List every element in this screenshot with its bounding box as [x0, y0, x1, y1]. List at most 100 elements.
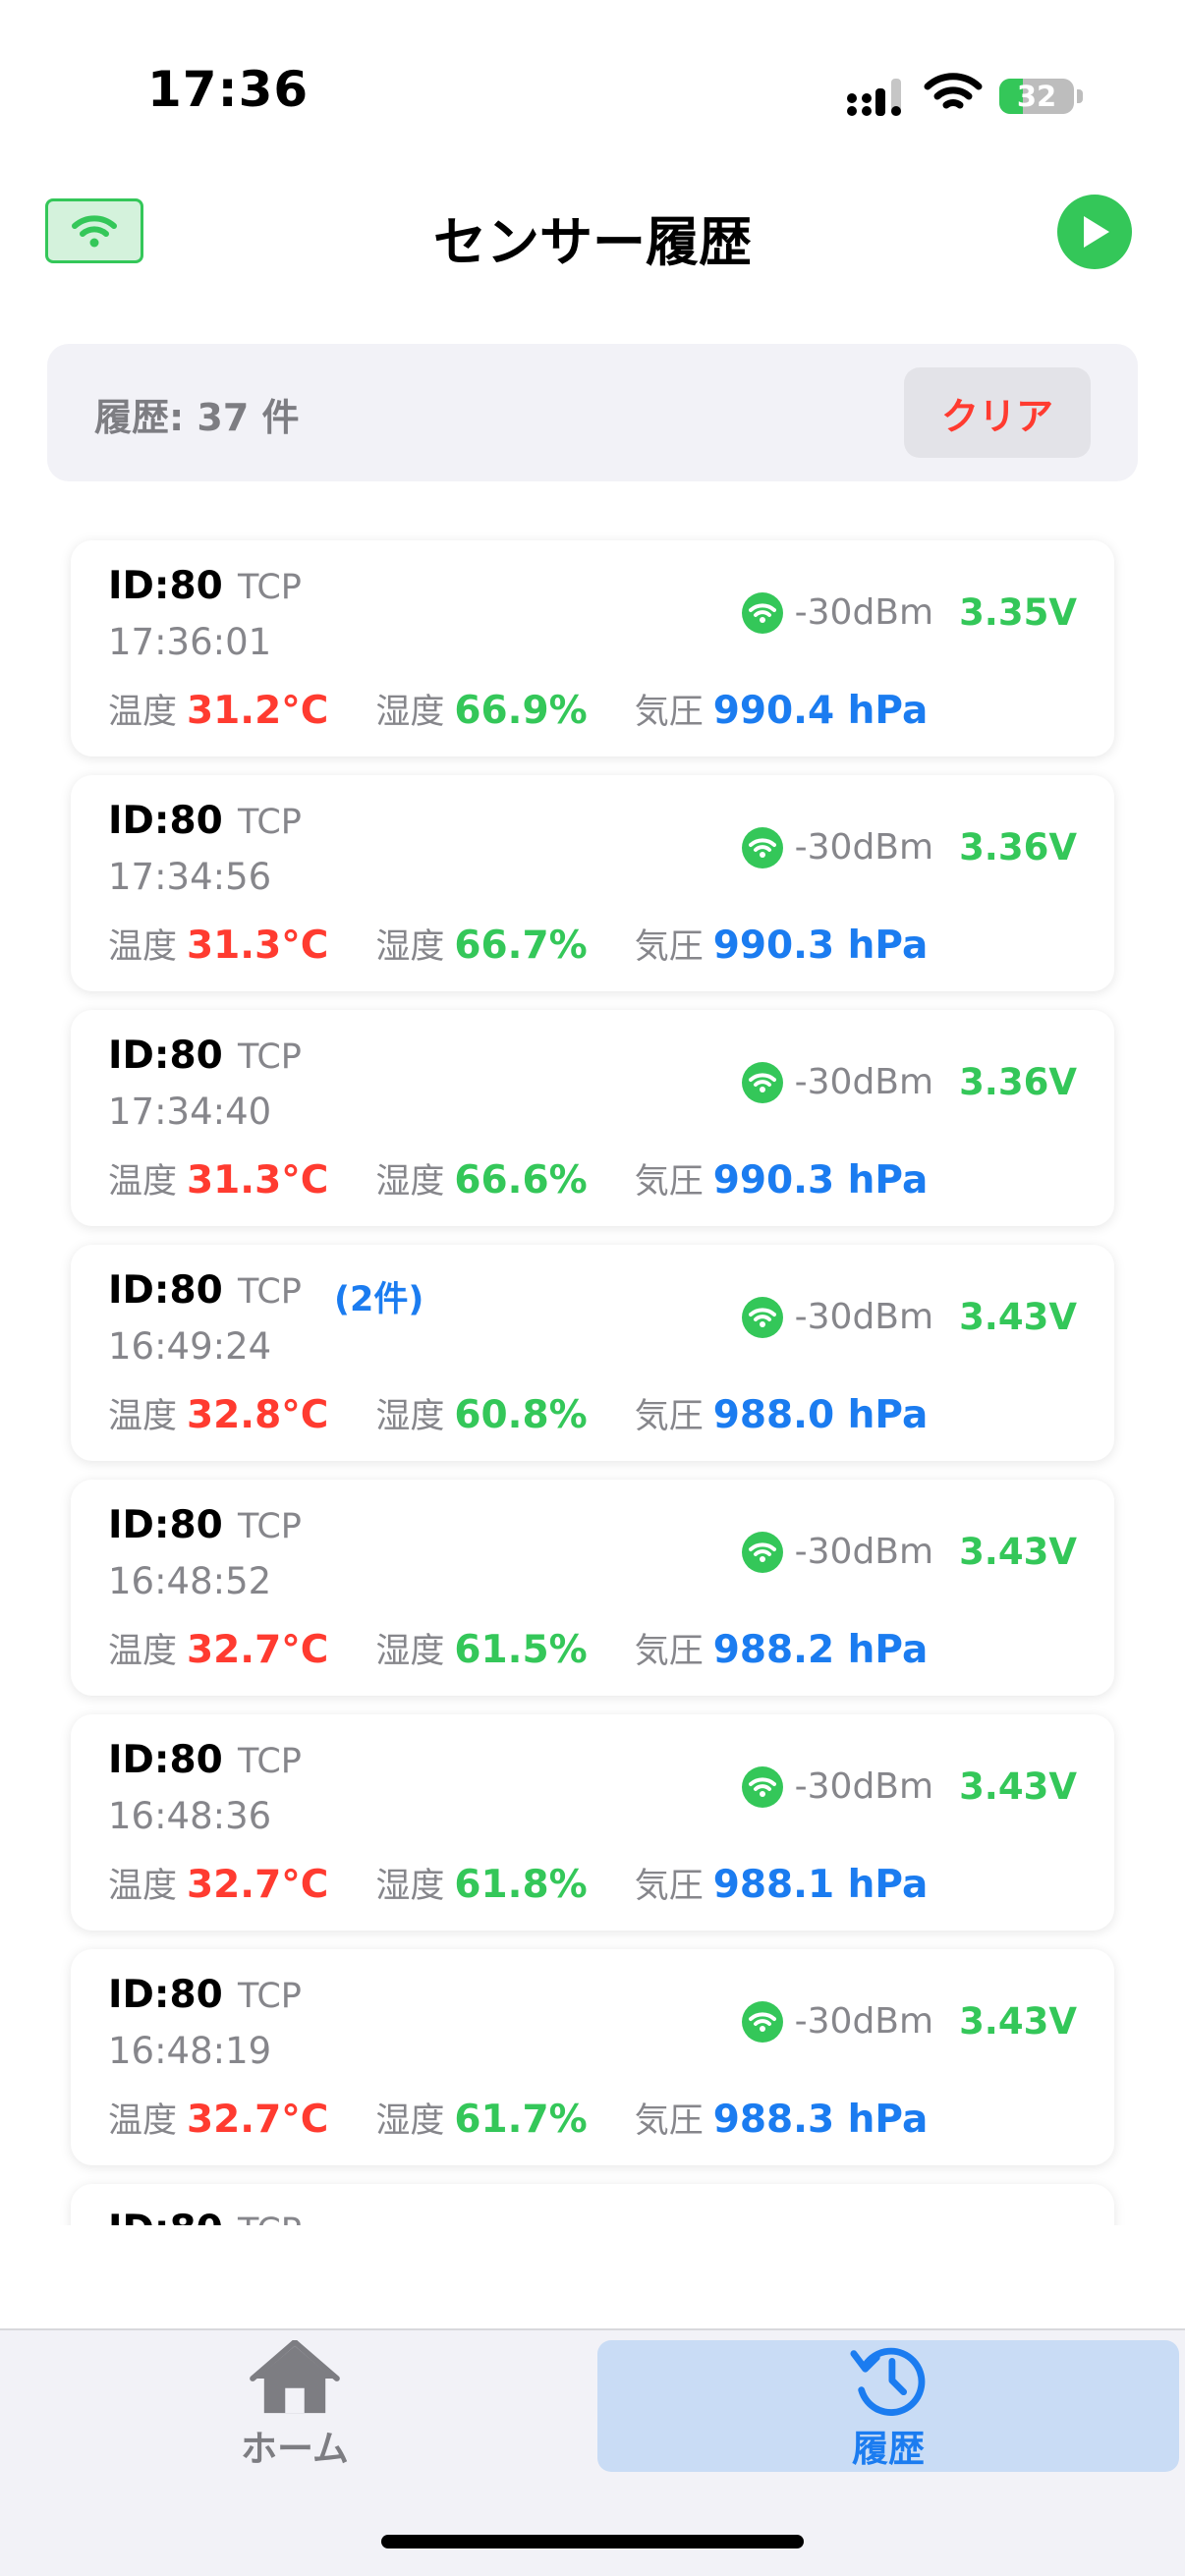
pressure-label: 気圧 — [634, 1867, 704, 1906]
temp-label: 温度 — [108, 927, 178, 967]
record-temperature: 31.3°C — [187, 1158, 329, 1203]
record-pressure: 988.3 hPa — [712, 2098, 929, 2142]
play-icon — [1084, 216, 1109, 248]
wifi-signal-icon — [741, 1765, 783, 1808]
play-button[interactable] — [1057, 195, 1132, 269]
pressure-label: 気圧 — [634, 1632, 704, 1671]
record-temperature: 32.7°C — [187, 1863, 329, 1907]
record-readings: 温度 31.2°C 湿度 66.9% 気圧 990.4 hPa — [108, 684, 928, 734]
clear-button[interactable]: クリア — [904, 367, 1091, 458]
wifi-icon — [748, 602, 776, 623]
record-humidity: 60.8% — [454, 1393, 588, 1437]
record-protocol: TCP — [238, 803, 302, 842]
record-temperature: 32.7°C — [187, 1628, 329, 1672]
history-record-card[interactable]: ID:80 TCP 16:48:36 -30dBm 3.43V 温度 32.7°C 湿度 61.… — [71, 1714, 1114, 1931]
record-id: ID:80 — [108, 564, 223, 608]
status-bar: 17:36 32 — [0, 0, 1185, 177]
record-humidity: 61.5% — [454, 1628, 588, 1672]
history-list[interactable]: ID:80 TCP 17:36:01 -30dBm 3.35V 温度 31.2°C 湿度 66.… — [0, 511, 1185, 2225]
record-rssi: -30dBm — [794, 592, 934, 633]
record-time: 17:34:56 — [108, 856, 272, 898]
wifi-signal-icon — [741, 2000, 783, 2043]
record-protocol: TCP — [238, 1742, 302, 1781]
wifi-icon — [748, 1776, 776, 1797]
tab-home[interactable]: ホーム — [147, 2340, 442, 2472]
home-indicator — [381, 2535, 804, 2548]
record-readings: 温度 31.3°C 湿度 66.6% 気圧 990.3 hPa — [108, 1153, 928, 1204]
record-voltage: 3.36V — [959, 826, 1077, 868]
record-voltage: 3.43V — [959, 1296, 1077, 1338]
humidity-label: 湿度 — [375, 1867, 445, 1906]
history-record-card[interactable]: ID:80 TCP 17:36:01 -30dBm 3.35V 温度 31.2°C 湿度 66.… — [71, 540, 1114, 756]
record-temperature: 32.8°C — [187, 1393, 329, 1437]
temp-label: 温度 — [108, 693, 178, 732]
wifi-signal-icon — [741, 1296, 783, 1338]
temp-label: 温度 — [108, 1867, 178, 1906]
temp-label: 温度 — [108, 1162, 178, 1202]
record-time: 16:48:19 — [108, 2030, 272, 2072]
record-voltage: 3.43V — [959, 1765, 1077, 1808]
record-readings: 温度 32.7°C 湿度 61.5% 気圧 988.2 hPa — [108, 1623, 928, 1673]
record-temperature: 31.2°C — [187, 689, 329, 733]
record-id: ID:80 — [108, 1738, 223, 1782]
record-temperature: 32.7°C — [187, 2098, 329, 2142]
pressure-label: 気圧 — [634, 1162, 704, 1202]
record-id: ID:80 — [108, 799, 223, 843]
battery-icon: 32 — [999, 79, 1074, 114]
wifi-icon — [748, 1541, 776, 1562]
record-time: 16:49:24 — [108, 1325, 272, 1368]
record-protocol: TCP — [238, 1272, 302, 1312]
record-rssi: -30dBm — [794, 827, 934, 868]
record-voltage: 3.43V — [959, 2000, 1077, 2043]
record-humidity: 66.9% — [454, 689, 588, 733]
temp-label: 温度 — [108, 2101, 178, 2141]
history-record-card[interactable]: ID:80 TCP 17:34:56 -30dBm 3.36V 温度 31.3°C 湿度 66.… — [71, 775, 1114, 991]
record-time: 16:48:52 — [108, 1560, 272, 1602]
record-pressure: 990.3 hPa — [712, 1158, 929, 1203]
temp-label: 温度 — [108, 1397, 178, 1436]
signal-info: -30dBm 3.43V — [741, 1531, 1077, 1573]
pressure-label: 気圧 — [634, 1397, 704, 1436]
record-id: ID:80 — [108, 1034, 223, 1078]
tab-history[interactable]: 履歴 — [597, 2340, 1179, 2472]
history-record-card[interactable]: ID:80 TCP 16:48:52 -30dBm 3.43V 温度 32.7°C 湿度 61.… — [71, 1480, 1114, 1696]
wifi-signal-icon — [741, 1061, 783, 1103]
record-pressure: 990.3 hPa — [712, 924, 929, 968]
wifi-signal-icon — [741, 826, 783, 868]
history-record-card[interactable]: ID:80 TCP 17:34:40 -30dBm 3.36V 温度 31.3°C 湿度 66.… — [71, 1010, 1114, 1226]
pressure-label: 気圧 — [634, 927, 704, 967]
history-record-card[interactable]: ID:80 TCP (2件) 16:49:24 -30dBm 3.43V 温度 32.8°C 湿… — [71, 1245, 1114, 1461]
house-icon — [250, 2340, 340, 2414]
record-readings: 温度 32.7°C 湿度 61.8% 気圧 988.1 hPa — [108, 1858, 928, 1908]
record-voltage: 3.36V — [959, 1061, 1077, 1103]
record-pressure: 988.2 hPa — [712, 1628, 929, 1672]
history-record-card[interactable]: ID:80 TCP 16:48:19 -30dBm 3.43V 温度 32.7°C 湿度 61.… — [71, 1949, 1114, 2165]
temp-label: 温度 — [108, 1632, 178, 1671]
battery-level: 32 — [1016, 80, 1057, 113]
humidity-label: 湿度 — [375, 1632, 445, 1671]
record-protocol: TCP — [238, 1507, 302, 1546]
record-humidity: 66.7% — [454, 924, 588, 968]
signal-info: -30dBm 3.43V — [741, 1765, 1077, 1808]
record-humidity: 66.6% — [454, 1158, 588, 1203]
record-time: 16:48:36 — [108, 1795, 272, 1837]
record-protocol: TCP — [238, 1037, 302, 1077]
tab-history-label: 履歴 — [852, 2428, 925, 2470]
record-temperature: 31.3°C — [187, 924, 329, 968]
pressure-label: 気圧 — [634, 693, 704, 732]
history-record-card[interactable]: ID:80 TCP — [71, 2184, 1114, 2225]
record-protocol: TCP — [238, 2212, 302, 2225]
status-time: 17:36 — [147, 61, 310, 118]
signal-info: -30dBm 3.36V — [741, 826, 1077, 868]
signal-info: -30dBm 3.35V — [741, 591, 1077, 634]
record-humidity: 61.8% — [454, 1863, 588, 1907]
humidity-label: 湿度 — [375, 693, 445, 732]
record-id: ID:80 — [108, 1503, 223, 1547]
record-protocol: TCP — [238, 1977, 302, 2016]
record-rssi: -30dBm — [794, 2001, 934, 2042]
tab-home-label: ホーム — [241, 2428, 349, 2470]
wifi-status-icon — [924, 73, 983, 109]
humidity-label: 湿度 — [375, 2101, 445, 2141]
page-title: センサー履歴 — [433, 211, 752, 273]
signal-info: -30dBm 3.43V — [741, 1296, 1077, 1338]
